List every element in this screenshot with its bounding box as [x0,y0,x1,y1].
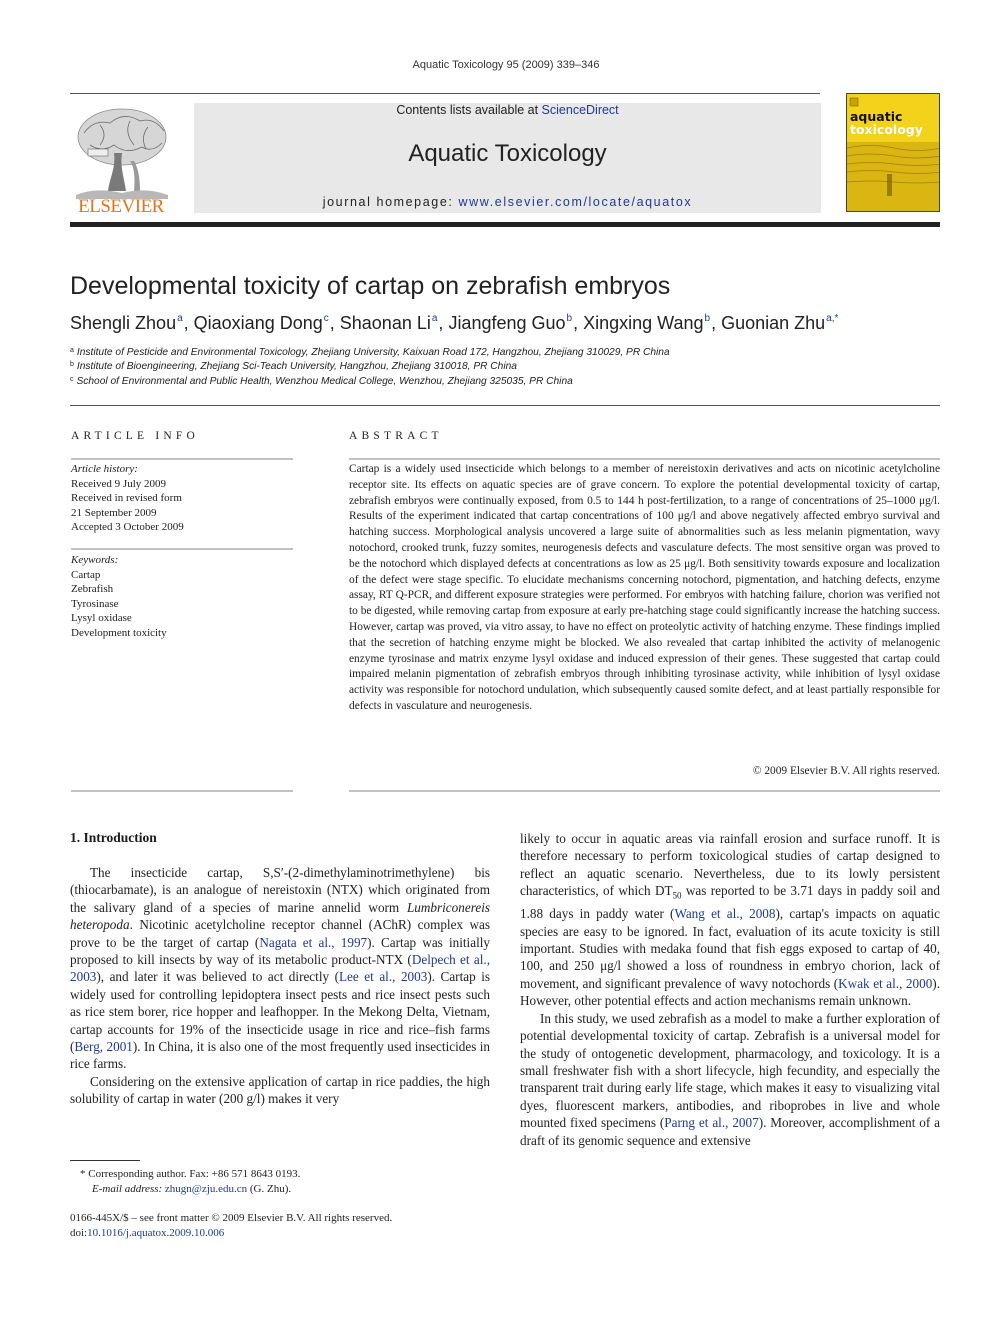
affiliation-b: b Institute of Bioengineering, Zhejiang S… [70,361,517,372]
affiliation-c: c School of Environmental and Public Heal… [70,376,573,387]
keyword: Lysyl oxidase [71,612,132,624]
email-link[interactable]: zhugn@zju.edu.cn [165,1183,247,1195]
contents-availability: Contents lists available at ScienceDirec… [194,103,821,117]
text-run: Considering on the extensive application… [70,1073,490,1107]
author-affiliation-marker[interactable]: a [432,313,438,324]
abstract-divider [349,458,940,460]
author-affiliation-marker[interactable]: a [177,313,183,324]
author-affiliation-marker[interactable]: a,* [826,313,838,324]
doi-link[interactable]: 10.1016/j.aquatox.2009.10.006 [87,1227,224,1239]
body-paragraph: The insecticide cartap, S,S′-(2-dimethyl… [70,864,490,1073]
body-paragraph: likely to occur in aquatic areas via rai… [520,830,940,1010]
article-info-heading: ARTICLE INFO [71,430,199,442]
header-top-rule [70,93,820,94]
article-info-bottom-rule [71,790,293,792]
history-item: Accepted 3 October 2009 [71,521,184,533]
journal-name: Aquatic Toxicology [408,140,607,167]
text-run: ), and later it was believed to act dire… [96,969,339,985]
journal-reference: Aquatic Toxicology 95 (2009) 339–346 [412,59,600,71]
article-info-divider [71,458,293,460]
issn-line: 0166-445X/$ – see front matter © 2009 El… [70,1212,393,1224]
abstract-bottom-rule [349,790,940,792]
citation-link[interactable]: Wang et al., 2008 [674,906,775,921]
keyword: Cartap [71,568,101,581]
affiliation-text: Institute of Bioengineering, Zhejiang Sc… [76,361,517,372]
body-paragraph: In this study, we used zebrafish as a mo… [520,1010,940,1149]
footnote-rule [70,1160,140,1161]
email-line: E-mail address: zhugn@zju.edu.cn (G. Zhu… [80,1182,300,1197]
elsevier-logo[interactable]: ELSEVIER [70,103,172,217]
keywords-label: Keywords: [71,554,119,566]
homepage-link[interactable]: www.elsevier.com/locate/aquatox [459,195,693,209]
body-column-left: The insecticide cartap, S,S′-(2-dimethyl… [70,864,490,1108]
cover-title-line2: toxicology [850,122,923,137]
citation-link[interactable]: Kwak et al., 2000 [838,976,932,991]
keywords-divider [71,548,293,550]
corresponding-author-note: * Corresponding author. Fax: +86 571 864… [80,1167,300,1197]
abstract-copyright: © 2009 Elsevier B.V. All rights reserved… [752,765,940,777]
body-paragraph: Considering on the extensive application… [70,1073,490,1108]
affiliation-text: Institute of Pesticide and Environmental… [76,347,670,358]
article-history: Article history: Received 9 July 2009 Re… [71,462,184,535]
article-history-label: Article history: [71,463,138,475]
email-label: E-mail address: [92,1183,165,1195]
history-item: Received in revised form [71,492,182,504]
text-run: In this study, we used zebrafish as a mo… [520,1010,940,1131]
citation-link[interactable]: Nagata et al., 1997 [259,935,367,950]
keyword: Zebrafish [71,583,114,595]
sciencedirect-link[interactable]: ScienceDirect [542,103,619,117]
author-name[interactable]: Shaonan Li [340,313,431,333]
doi-prefix: doi: [70,1227,88,1239]
keywords: Keywords: Cartap Zebrafish Tyrosinase Ly… [71,553,167,640]
article-title: Developmental toxicity of cartap on zebr… [70,272,671,300]
author-name[interactable]: Xingxing Wang [583,313,703,333]
affiliation-a: a Institute of Pesticide and Environmenta… [70,347,670,358]
keyword: Development toxicity [71,626,167,639]
affiliation-key: a [70,347,74,354]
citation-link[interactable]: Lee et al., 2003 [339,969,427,984]
abstract-heading: ABSTRACT [349,430,443,442]
svg-text:ELSEVIER: ELSEVIER [78,196,165,215]
affiliation-text: School of Environmental and Public Healt… [76,376,573,387]
homepage-prefix: journal homepage: [322,195,459,209]
author-affiliation-marker[interactable]: b [567,313,573,324]
journal-homepage: journal homepage: www.elsevier.com/locat… [194,195,821,209]
section-heading-introduction: 1. Introduction [70,830,157,845]
author-name[interactable]: Guonian Zhu [721,313,825,333]
affiliation-key: b [70,361,74,368]
keyword: Tyrosinase [71,597,119,610]
history-item: Received 9 July 2009 [71,477,167,490]
author-name[interactable]: Jiangfeng Guo [448,313,565,333]
history-item: 21 September 2009 [71,506,157,519]
header-bottom-rule [70,222,940,227]
body-column-right: likely to occur in aquatic areas via rai… [520,830,940,1149]
author-name[interactable]: Qiaoxiang Dong [194,313,323,333]
author-list: Shengli Zhoua, Qiaoxiang Dongc, Shaonan … [70,313,839,333]
contents-prefix: Contents lists available at [396,103,542,117]
citation-link[interactable]: Berg, 2001 [74,1039,132,1054]
text-run: ). In China, it is also one of the most … [70,1039,490,1072]
author-affiliation-marker[interactable]: b [705,313,711,324]
corresponding-author-text: * Corresponding author. Fax: +86 571 864… [80,1168,301,1180]
doi-line: doi:10.1016/j.aquatox.2009.10.006 [70,1226,392,1241]
journal-cover-image[interactable]: aquatic toxicology [846,93,940,212]
affiliations-divider [70,405,940,406]
subscript: 50 [672,890,682,901]
affiliation-key: c [70,376,74,383]
elsevier-tree-icon: ELSEVIER [76,108,168,217]
email-suffix: (G. Zhu). [247,1183,292,1195]
citation-link[interactable]: Parng et al., 2007 [664,1115,758,1130]
abstract-text: Cartap is a widely used insecticide whic… [349,463,940,712]
author-name[interactable]: Shengli Zhou [70,313,176,333]
front-matter: 0166-445X/$ – see front matter © 2009 El… [70,1211,392,1241]
author-affiliation-marker[interactable]: c [324,313,329,324]
